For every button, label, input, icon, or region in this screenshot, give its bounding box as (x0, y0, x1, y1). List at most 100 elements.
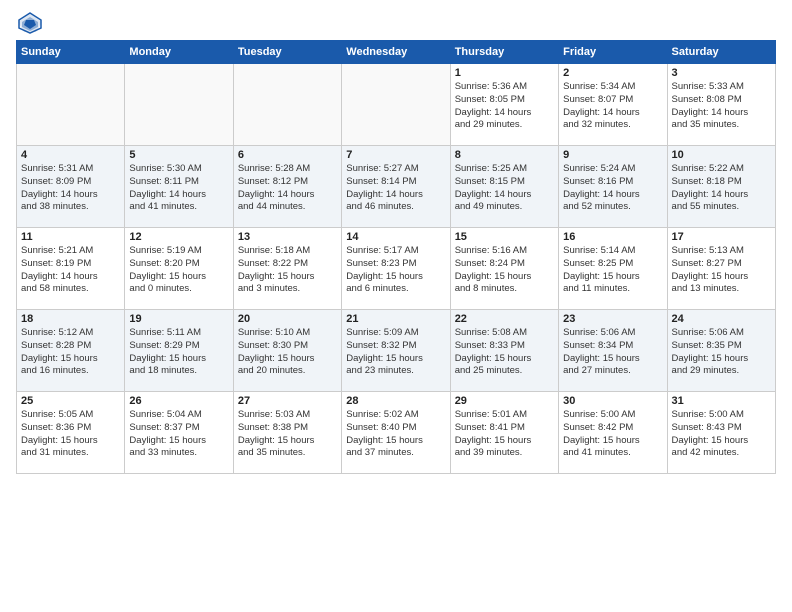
day-info: Sunrise: 5:30 AM Sunset: 8:11 PM Dayligh… (129, 163, 228, 214)
week-row-3: 11Sunrise: 5:21 AM Sunset: 8:19 PM Dayli… (17, 228, 776, 310)
header (16, 12, 776, 34)
calendar-cell: 21 Sunrise: 5:09 AM Sunset: 8:32 PM Dayli… (342, 310, 450, 392)
weekday-header-tuesday: Tuesday (233, 41, 341, 64)
day-info: Sunrise: 5:06 AM Sunset: 8:34 PM Dayligh… (563, 327, 662, 378)
calendar-cell: 7 Sunrise: 5:27 AM Sunset: 8:14 PM Daylig… (342, 146, 450, 228)
day-info: Sunrise: 5:36 AM Sunset: 8:05 PM Dayligh… (455, 81, 554, 132)
weekday-row: SundayMondayTuesdayWednesdayThursdayFrid… (17, 41, 776, 64)
weekday-header-wednesday: Wednesday (342, 41, 450, 64)
day-number: 5 (129, 149, 228, 161)
day-info: Sunrise: 5:19 AM Sunset: 8:20 PM Dayligh… (129, 245, 228, 296)
day-number: 31 (672, 395, 771, 407)
day-info: Sunrise: 5:22 AM Sunset: 8:18 PM Dayligh… (672, 163, 771, 214)
day-info: Sunrise: 5:24 AM Sunset: 8:16 PM Dayligh… (563, 163, 662, 214)
day-info: Sunrise: 5:11 AM Sunset: 8:29 PM Dayligh… (129, 327, 228, 378)
day-number: 18 (21, 313, 120, 325)
calendar-cell: 12Sunrise: 5:19 AM Sunset: 8:20 PM Dayli… (125, 228, 233, 310)
calendar-cell (125, 64, 233, 146)
calendar-cell: 14Sunrise: 5:17 AM Sunset: 8:23 PM Dayli… (342, 228, 450, 310)
calendar-cell: 19 Sunrise: 5:11 AM Sunset: 8:29 PM Dayli… (125, 310, 233, 392)
calendar-cell: 29Sunrise: 5:01 AM Sunset: 8:41 PM Dayli… (450, 392, 558, 474)
calendar-cell (17, 64, 125, 146)
week-row-2: 4Sunrise: 5:31 AM Sunset: 8:09 PM Daylig… (17, 146, 776, 228)
day-number: 30 (563, 395, 662, 407)
day-number: 2 (563, 67, 662, 79)
calendar-cell: 9 Sunrise: 5:24 AM Sunset: 8:16 PM Daylig… (559, 146, 667, 228)
day-number: 20 (238, 313, 337, 325)
day-info: Sunrise: 5:14 AM Sunset: 8:25 PM Dayligh… (563, 245, 662, 296)
day-number: 14 (346, 231, 445, 243)
calendar-cell: 8 Sunrise: 5:25 AM Sunset: 8:15 PM Daylig… (450, 146, 558, 228)
calendar-cell: 27 Sunrise: 5:03 AM Sunset: 8:38 PM Dayli… (233, 392, 341, 474)
weekday-header-friday: Friday (559, 41, 667, 64)
day-number: 21 (346, 313, 445, 325)
day-info: Sunrise: 5:25 AM Sunset: 8:15 PM Dayligh… (455, 163, 554, 214)
calendar-cell: 30 Sunrise: 5:00 AM Sunset: 8:42 PM Dayli… (559, 392, 667, 474)
calendar-cell: 13Sunrise: 5:18 AM Sunset: 8:22 PM Dayli… (233, 228, 341, 310)
day-info: Sunrise: 5:27 AM Sunset: 8:14 PM Dayligh… (346, 163, 445, 214)
calendar-cell: 31 Sunrise: 5:00 AM Sunset: 8:43 PM Dayli… (667, 392, 775, 474)
calendar-cell: 1Sunrise: 5:36 AM Sunset: 8:05 PM Daylig… (450, 64, 558, 146)
day-number: 24 (672, 313, 771, 325)
day-info: Sunrise: 5:06 AM Sunset: 8:35 PM Dayligh… (672, 327, 771, 378)
week-row-4: 18Sunrise: 5:12 AM Sunset: 8:28 PM Dayli… (17, 310, 776, 392)
day-info: Sunrise: 5:16 AM Sunset: 8:24 PM Dayligh… (455, 245, 554, 296)
weekday-header-sunday: Sunday (17, 41, 125, 64)
logo (16, 12, 48, 34)
calendar-cell: 2 Sunrise: 5:34 AM Sunset: 8:07 PM Daylig… (559, 64, 667, 146)
day-info: Sunrise: 5:31 AM Sunset: 8:09 PM Dayligh… (21, 163, 120, 214)
calendar-cell: 22Sunrise: 5:08 AM Sunset: 8:33 PM Dayli… (450, 310, 558, 392)
calendar-cell: 6 Sunrise: 5:28 AM Sunset: 8:12 PM Daylig… (233, 146, 341, 228)
day-number: 26 (129, 395, 228, 407)
weekday-header-saturday: Saturday (667, 41, 775, 64)
day-number: 27 (238, 395, 337, 407)
day-number: 25 (21, 395, 120, 407)
day-info: Sunrise: 5:18 AM Sunset: 8:22 PM Dayligh… (238, 245, 337, 296)
calendar-cell: 17Sunrise: 5:13 AM Sunset: 8:27 PM Dayli… (667, 228, 775, 310)
day-number: 9 (563, 149, 662, 161)
calendar-cell: 24 Sunrise: 5:06 AM Sunset: 8:35 PM Dayli… (667, 310, 775, 392)
calendar-cell: 16 Sunrise: 5:14 AM Sunset: 8:25 PM Dayli… (559, 228, 667, 310)
day-number: 3 (672, 67, 771, 79)
day-info: Sunrise: 5:00 AM Sunset: 8:43 PM Dayligh… (672, 409, 771, 460)
day-number: 19 (129, 313, 228, 325)
day-info: Sunrise: 5:03 AM Sunset: 8:38 PM Dayligh… (238, 409, 337, 460)
day-info: Sunrise: 5:02 AM Sunset: 8:40 PM Dayligh… (346, 409, 445, 460)
day-info: Sunrise: 5:10 AM Sunset: 8:30 PM Dayligh… (238, 327, 337, 378)
day-info: Sunrise: 5:34 AM Sunset: 8:07 PM Dayligh… (563, 81, 662, 132)
day-info: Sunrise: 5:28 AM Sunset: 8:12 PM Dayligh… (238, 163, 337, 214)
day-number: 10 (672, 149, 771, 161)
day-info: Sunrise: 5:33 AM Sunset: 8:08 PM Dayligh… (672, 81, 771, 132)
calendar-cell: 26 Sunrise: 5:04 AM Sunset: 8:37 PM Dayli… (125, 392, 233, 474)
week-row-5: 25 Sunrise: 5:05 AM Sunset: 8:36 PM Dayli… (17, 392, 776, 474)
calendar-cell (342, 64, 450, 146)
day-number: 23 (563, 313, 662, 325)
calendar-cell: 4Sunrise: 5:31 AM Sunset: 8:09 PM Daylig… (17, 146, 125, 228)
calendar: SundayMondayTuesdayWednesdayThursdayFrid… (16, 40, 776, 474)
calendar-cell: 11Sunrise: 5:21 AM Sunset: 8:19 PM Dayli… (17, 228, 125, 310)
day-info: Sunrise: 5:05 AM Sunset: 8:36 PM Dayligh… (21, 409, 120, 460)
calendar-cell: 18Sunrise: 5:12 AM Sunset: 8:28 PM Dayli… (17, 310, 125, 392)
day-info: Sunrise: 5:09 AM Sunset: 8:32 PM Dayligh… (346, 327, 445, 378)
calendar-cell: 15 Sunrise: 5:16 AM Sunset: 8:24 PM Dayli… (450, 228, 558, 310)
logo-icon (16, 12, 44, 34)
week-row-1: 1Sunrise: 5:36 AM Sunset: 8:05 PM Daylig… (17, 64, 776, 146)
day-number: 16 (563, 231, 662, 243)
day-number: 17 (672, 231, 771, 243)
day-number: 15 (455, 231, 554, 243)
day-info: Sunrise: 5:21 AM Sunset: 8:19 PM Dayligh… (21, 245, 120, 296)
day-number: 8 (455, 149, 554, 161)
page: SundayMondayTuesdayWednesdayThursdayFrid… (0, 0, 792, 612)
calendar-cell: 3 Sunrise: 5:33 AM Sunset: 8:08 PM Daylig… (667, 64, 775, 146)
calendar-cell (233, 64, 341, 146)
day-info: Sunrise: 5:00 AM Sunset: 8:42 PM Dayligh… (563, 409, 662, 460)
calendar-cell: 28Sunrise: 5:02 AM Sunset: 8:40 PM Dayli… (342, 392, 450, 474)
day-number: 6 (238, 149, 337, 161)
day-number: 7 (346, 149, 445, 161)
day-info: Sunrise: 5:01 AM Sunset: 8:41 PM Dayligh… (455, 409, 554, 460)
calendar-header: SundayMondayTuesdayWednesdayThursdayFrid… (17, 41, 776, 64)
weekday-header-monday: Monday (125, 41, 233, 64)
calendar-cell: 5 Sunrise: 5:30 AM Sunset: 8:11 PM Daylig… (125, 146, 233, 228)
calendar-cell: 10 Sunrise: 5:22 AM Sunset: 8:18 PM Dayli… (667, 146, 775, 228)
day-info: Sunrise: 5:04 AM Sunset: 8:37 PM Dayligh… (129, 409, 228, 460)
